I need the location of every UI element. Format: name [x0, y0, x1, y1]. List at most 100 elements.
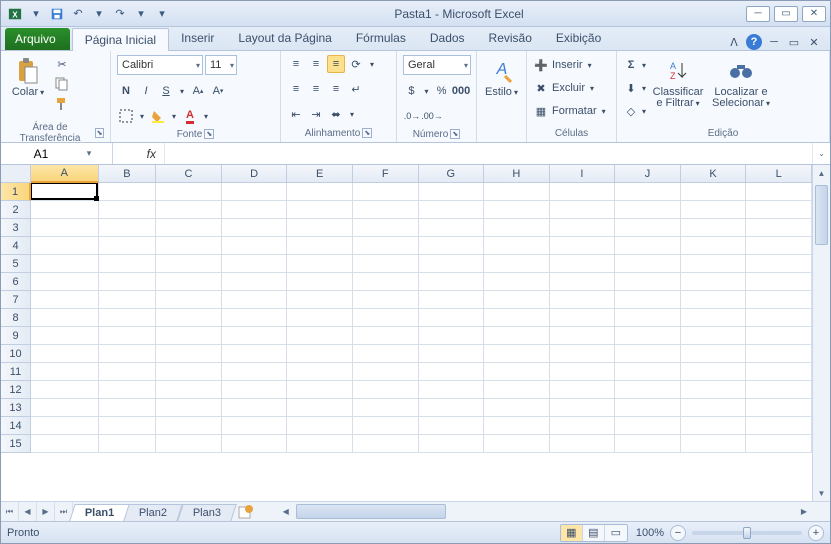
percent-format-icon[interactable]: % — [433, 82, 450, 100]
formula-input[interactable] — [165, 147, 812, 161]
cell-L12[interactable] — [746, 381, 812, 399]
cell-J8[interactable] — [615, 309, 681, 327]
row-header-13[interactable]: 13 — [1, 399, 31, 417]
cell-L6[interactable] — [746, 273, 812, 291]
cell-G6[interactable] — [419, 273, 485, 291]
cell-B15[interactable] — [99, 435, 157, 453]
find-select-button[interactable]: Localizar e Selecionar — [710, 55, 772, 111]
cell-A12[interactable] — [31, 381, 99, 399]
delete-cells-button[interactable]: ✖Excluir▾ — [533, 78, 594, 98]
cell-K1[interactable] — [681, 183, 747, 201]
cell-B5[interactable] — [99, 255, 157, 273]
cell-L9[interactable] — [746, 327, 812, 345]
maximize-button[interactable]: ▭ — [774, 6, 798, 22]
cell-J15[interactable] — [615, 435, 681, 453]
tab-inserir[interactable]: Inserir — [169, 27, 226, 50]
zoom-in-button[interactable]: + — [808, 525, 824, 541]
cell-H14[interactable] — [484, 417, 550, 435]
cell-I15[interactable] — [550, 435, 616, 453]
cell-C9[interactable] — [156, 327, 222, 345]
cell-D1[interactable] — [222, 183, 288, 201]
cell-A2[interactable] — [31, 201, 99, 219]
cell-E3[interactable] — [287, 219, 353, 237]
sheet-nav-next-icon[interactable]: ▶ — [37, 502, 55, 521]
cell-A4[interactable] — [31, 237, 99, 255]
cell-F8[interactable] — [353, 309, 419, 327]
column-header-L[interactable]: L — [746, 165, 812, 183]
cell-K6[interactable] — [681, 273, 747, 291]
number-format-combo[interactable]: Geral — [403, 55, 471, 75]
cell-E12[interactable] — [287, 381, 353, 399]
fill-color-icon[interactable] — [149, 107, 167, 125]
cell-K12[interactable] — [681, 381, 747, 399]
redo-icon[interactable]: ↷ — [110, 4, 130, 24]
paste-button[interactable]: Colar — [7, 55, 49, 100]
close-button[interactable]: ✕ — [802, 6, 826, 22]
sort-filter-button[interactable]: AZ Classificar e Filtrar — [650, 55, 706, 111]
cell-H4[interactable] — [484, 237, 550, 255]
cell-H7[interactable] — [484, 291, 550, 309]
align-top-icon[interactable]: ≡ — [287, 55, 305, 73]
column-header-E[interactable]: E — [287, 165, 353, 183]
cell-C13[interactable] — [156, 399, 222, 417]
align-center-icon[interactable]: ≡ — [307, 80, 325, 98]
cell-C2[interactable] — [156, 201, 222, 219]
cell-B4[interactable] — [99, 237, 157, 255]
row-header-12[interactable]: 12 — [1, 381, 31, 399]
cell-L1[interactable] — [746, 183, 812, 201]
increase-indent-icon[interactable]: ⇥ — [307, 105, 325, 123]
decrease-indent-icon[interactable]: ⇤ — [287, 105, 305, 123]
column-header-C[interactable]: C — [156, 165, 222, 183]
cell-E8[interactable] — [287, 309, 353, 327]
fill-button[interactable]: ⬇▾ — [623, 78, 646, 98]
decrease-font-icon[interactable]: A▾ — [209, 82, 227, 100]
cell-H13[interactable] — [484, 399, 550, 417]
clear-button[interactable]: ◇▾ — [623, 101, 646, 121]
cell-C14[interactable] — [156, 417, 222, 435]
cell-H1[interactable] — [484, 183, 550, 201]
row-header-5[interactable]: 5 — [1, 255, 31, 273]
page-layout-view-icon[interactable]: ▤ — [583, 525, 605, 541]
alignment-launcher-icon[interactable]: ⬊ — [362, 128, 372, 138]
cell-K5[interactable] — [681, 255, 747, 273]
column-header-G[interactable]: G — [419, 165, 485, 183]
cell-A3[interactable] — [31, 219, 99, 237]
wrap-text-icon[interactable]: ↵ — [347, 80, 365, 98]
cell-F1[interactable] — [353, 183, 419, 201]
horizontal-scrollbar[interactable]: ◀ ▶ — [278, 502, 812, 521]
cell-H3[interactable] — [484, 219, 550, 237]
cell-C12[interactable] — [156, 381, 222, 399]
font-size-combo[interactable]: 11 — [205, 55, 237, 75]
borders-icon[interactable] — [117, 107, 135, 125]
cell-I1[interactable] — [550, 183, 616, 201]
cell-D9[interactable] — [222, 327, 288, 345]
page-break-view-icon[interactable]: ▭ — [605, 525, 627, 541]
cell-E13[interactable] — [287, 399, 353, 417]
file-tab[interactable]: Arquivo — [5, 28, 70, 50]
cell-A15[interactable] — [31, 435, 99, 453]
undo-dropdown-icon[interactable]: ▾ — [89, 4, 109, 24]
cell-J11[interactable] — [615, 363, 681, 381]
cell-F4[interactable] — [353, 237, 419, 255]
cell-B6[interactable] — [99, 273, 157, 291]
cell-E15[interactable] — [287, 435, 353, 453]
undo-icon[interactable]: ↶ — [68, 4, 88, 24]
expand-formula-bar-icon[interactable]: ⌄ — [812, 143, 830, 164]
cell-B8[interactable] — [99, 309, 157, 327]
cell-A1[interactable] — [31, 183, 99, 201]
zoom-out-button[interactable]: − — [670, 525, 686, 541]
cell-E4[interactable] — [287, 237, 353, 255]
font-launcher-icon[interactable]: ⬊ — [204, 129, 214, 139]
cell-C11[interactable] — [156, 363, 222, 381]
cell-I2[interactable] — [550, 201, 616, 219]
cell-K2[interactable] — [681, 201, 747, 219]
row-header-14[interactable]: 14 — [1, 417, 31, 435]
cell-A9[interactable] — [31, 327, 99, 345]
cell-L10[interactable] — [746, 345, 812, 363]
cell-J12[interactable] — [615, 381, 681, 399]
row-header-3[interactable]: 3 — [1, 219, 31, 237]
save-icon[interactable] — [47, 4, 67, 24]
cell-B12[interactable] — [99, 381, 157, 399]
increase-font-icon[interactable]: A▴ — [189, 82, 207, 100]
tab-revisão[interactable]: Revisão — [477, 27, 544, 50]
